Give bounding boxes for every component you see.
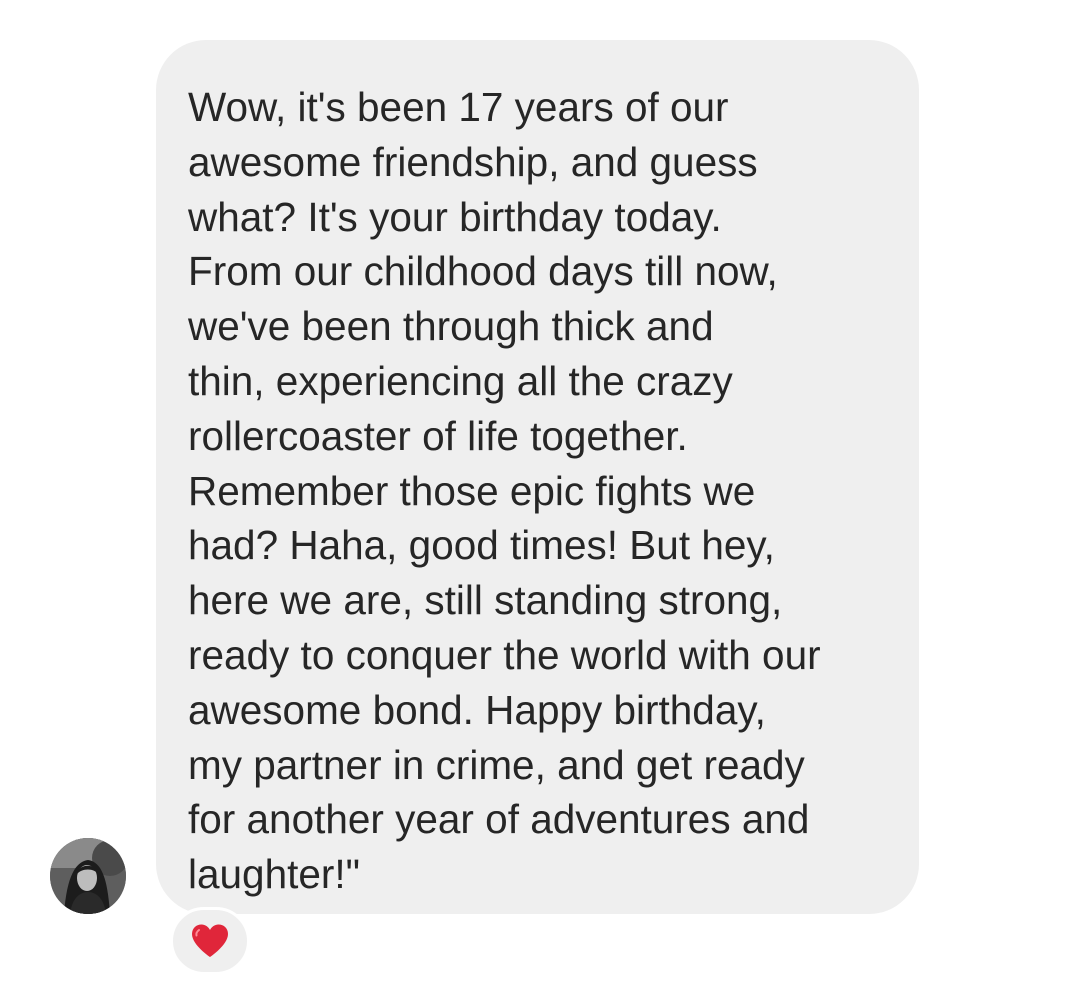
profile-photo-icon	[50, 838, 126, 914]
chat-screen: Wow, it's been 17 years of our awesome f…	[0, 0, 1080, 986]
red-heart-icon	[192, 924, 228, 957]
message-text: Wow, it's been 17 years of our awesome f…	[188, 84, 821, 898]
reaction-badge[interactable]	[170, 907, 250, 975]
message-bubble[interactable]: Wow, it's been 17 years of our awesome f…	[156, 40, 919, 914]
sender-avatar[interactable]	[50, 838, 126, 914]
